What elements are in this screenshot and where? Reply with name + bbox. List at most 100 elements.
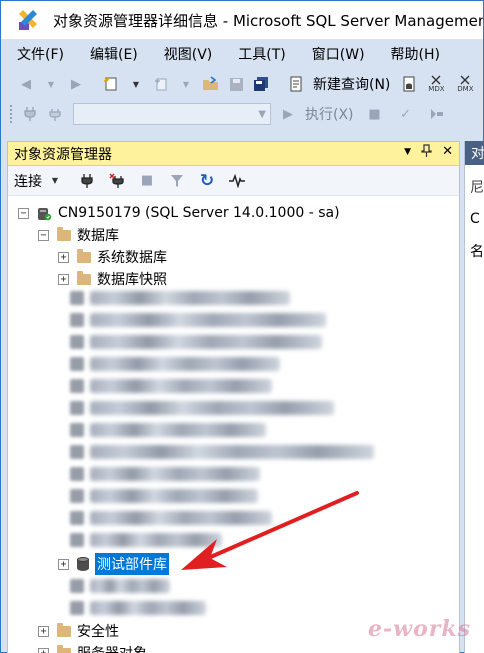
mdx-query-icon[interactable]: MDX — [425, 73, 447, 95]
parse-check-icon[interactable]: ✓ — [395, 103, 417, 125]
redacted-database-row[interactable] — [90, 335, 322, 349]
database-snapshots-label: 数据库快照 — [97, 272, 167, 288]
object-explorer-title: 对象资源管理器 — [14, 146, 112, 163]
redacted-database-row[interactable] — [90, 445, 374, 459]
redacted-database-row[interactable] — [90, 401, 334, 415]
tree-node-security[interactable]: + 安全性 — [38, 620, 119, 642]
tree-node-database-snapshots[interactable]: + 数据库快照 — [58, 268, 167, 290]
new-item-icon[interactable] — [100, 73, 122, 95]
system-databases-label: 系统数据库 — [97, 250, 167, 266]
window-title: 对象资源管理器详细信息 - Microsoft SQL Server Manag… — [53, 11, 483, 30]
dropdown-arrow-icon[interactable]: ▼ — [40, 73, 62, 95]
server-objects-folder-label: 服务器对象 — [77, 643, 147, 653]
available-databases-dropdown[interactable]: ▼ — [73, 103, 271, 125]
redacted-database-row[interactable] — [90, 467, 260, 481]
tree-node-system-databases[interactable]: + 系统数据库 — [58, 246, 167, 268]
debug-icon[interactable] — [426, 103, 448, 125]
database-icon — [70, 313, 84, 327]
redacted-database-row[interactable] — [90, 533, 222, 547]
ssms-window: 对象资源管理器详细信息 - Microsoft SQL Server Manag… — [0, 0, 484, 653]
object-explorer-title-bar[interactable]: 对象资源管理器 ▼ ✕ — [8, 142, 459, 166]
connect-plug-icon[interactable] — [19, 103, 41, 125]
dropdown-arrow-icon[interactable]: ▼ — [44, 170, 66, 192]
execute-icon[interactable]: ▶ — [277, 103, 299, 125]
database-icon — [70, 401, 84, 415]
toolbar-grip[interactable] — [9, 104, 13, 124]
connect-dropdown-button[interactable]: 连接 — [14, 171, 42, 191]
menu-file[interactable]: 文件(F) — [9, 40, 72, 68]
database-icon — [70, 489, 84, 503]
database-icon — [70, 379, 84, 393]
database-icon — [70, 579, 84, 593]
folder-icon — [77, 270, 91, 285]
pin-icon[interactable] — [421, 144, 432, 162]
object-explorer-tree: − CN9150179 (SQL Server 14.0.1000 - sa) … — [8, 196, 459, 653]
database-icon — [70, 357, 84, 371]
forward-icon[interactable]: ▶ — [65, 73, 87, 95]
expand-toggle[interactable]: + — [58, 558, 69, 570]
title-bar: 对象资源管理器详细信息 - Microsoft SQL Server Manag… — [1, 1, 483, 39]
details-panel-text: 尼 — [470, 180, 484, 196]
dropdown-arrow-icon[interactable]: ▼ — [175, 73, 197, 95]
tree-node-server[interactable]: − CN9150179 (SQL Server 14.0.1000 - sa) — [18, 202, 340, 224]
database-icon — [70, 467, 84, 481]
expand-toggle[interactable]: + — [38, 625, 49, 637]
redacted-database-row[interactable] — [90, 291, 290, 305]
expand-toggle[interactable]: + — [38, 647, 49, 653]
redacted-database-row[interactable] — [90, 313, 326, 327]
add-item-icon[interactable] — [150, 73, 172, 95]
database-icon — [70, 533, 84, 547]
stop-icon[interactable]: ■ — [364, 103, 386, 125]
activity-monitor-icon[interactable] — [226, 170, 248, 192]
menu-help[interactable]: 帮助(H) — [383, 40, 448, 68]
watermark-logo: e-works — [368, 616, 471, 642]
connect-plug-icon[interactable] — [76, 170, 98, 192]
menu-view[interactable]: 视图(V) — [156, 40, 221, 68]
disconnect-plug-icon[interactable] — [106, 170, 128, 192]
object-explorer-toolbar: 连接 ▼ ■ ↻ — [8, 166, 459, 196]
refresh-icon[interactable]: ↻ — [196, 170, 218, 192]
database-icon — [77, 556, 89, 572]
redacted-database-row[interactable] — [90, 423, 266, 437]
folder-icon — [57, 644, 71, 653]
database-icon — [70, 511, 84, 525]
redacted-database-row[interactable] — [90, 357, 280, 371]
database-icon — [70, 291, 84, 305]
redacted-database-row[interactable] — [90, 489, 258, 503]
menu-edit[interactable]: 编辑(E) — [82, 40, 146, 68]
collapse-toggle[interactable]: − — [38, 229, 49, 241]
tree-node-test-parts-db[interactable]: + 测试部件库 — [58, 553, 169, 575]
new-query-icon[interactable] — [285, 73, 307, 95]
change-connection-icon[interactable] — [44, 103, 66, 125]
database-query-icon[interactable] — [398, 73, 420, 95]
details-panel: 对 尼 C 名 — [464, 141, 484, 653]
tree-node-databases[interactable]: − 数据库 — [38, 224, 119, 246]
expand-toggle[interactable]: + — [58, 273, 69, 285]
save-all-icon[interactable] — [250, 73, 272, 95]
execute-button[interactable]: 执行(X) — [305, 104, 354, 124]
open-folder-icon[interactable] — [200, 73, 222, 95]
menu-tools[interactable]: 工具(T) — [230, 40, 293, 68]
redacted-database-row[interactable] — [90, 379, 272, 393]
close-icon[interactable]: ✕ — [442, 144, 453, 162]
filter-icon[interactable] — [166, 170, 188, 192]
panel-menu-icon[interactable]: ▼ — [404, 147, 411, 162]
menu-window[interactable]: 窗口(W) — [304, 40, 373, 68]
redacted-database-row[interactable] — [90, 579, 170, 593]
tree-node-server-objects[interactable]: + 服务器对象 — [38, 642, 147, 653]
save-icon[interactable] — [225, 73, 247, 95]
highlighted-database-label: 测试部件库 — [95, 553, 169, 575]
standard-toolbar: ◀ ▼ ▶ ▼ ▼ 新建查询(N) MDX DMX — [1, 69, 483, 99]
expand-toggle[interactable]: + — [58, 251, 69, 263]
new-query-button[interactable]: 新建查询(N) — [313, 74, 390, 94]
back-icon[interactable]: ◀ — [15, 73, 37, 95]
dropdown-arrow-icon[interactable]: ▼ — [125, 73, 147, 95]
redacted-database-row[interactable] — [90, 601, 206, 615]
collapse-toggle[interactable]: − — [18, 207, 29, 219]
dmx-query-icon[interactable]: DMX — [454, 73, 476, 95]
details-panel-text: C — [470, 211, 480, 227]
stop-icon[interactable]: ■ — [136, 170, 158, 192]
ssms-app-icon — [17, 8, 41, 32]
details-panel-title[interactable]: 对 — [465, 141, 484, 165]
redacted-database-row[interactable] — [90, 511, 272, 525]
